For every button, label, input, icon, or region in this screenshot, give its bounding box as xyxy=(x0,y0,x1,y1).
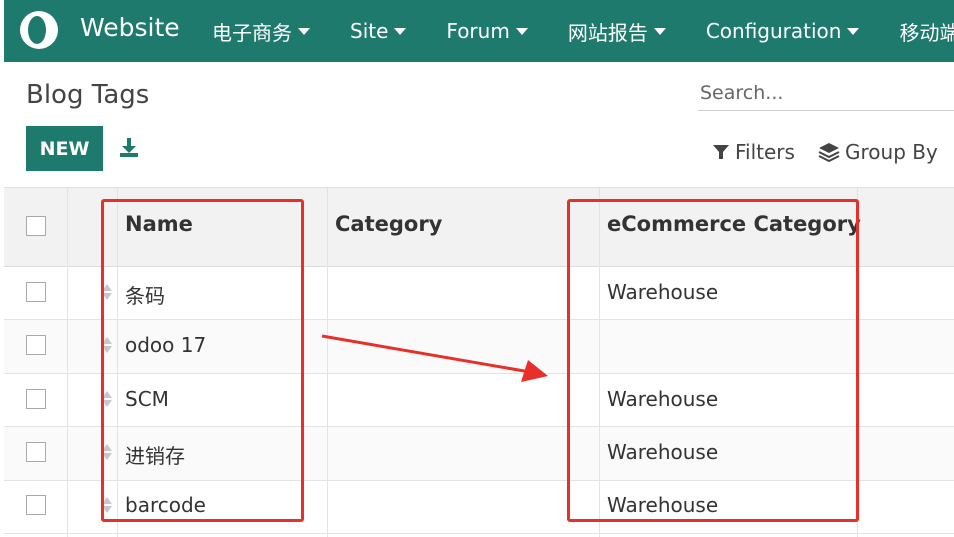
annotation-arrow-icon xyxy=(321,334,548,382)
menu-mobile-config-label: 移动端配 xyxy=(899,20,954,45)
name-column-highlight xyxy=(101,199,304,522)
menu-configuration[interactable]: Configuration xyxy=(706,19,860,43)
group-by-label: Group By xyxy=(845,140,938,164)
row-checkbox[interactable] xyxy=(26,335,46,355)
new-button[interactable]: NEW xyxy=(26,126,103,171)
menu-reporting[interactable]: 网站报告 xyxy=(568,17,666,46)
row-checkbox[interactable] xyxy=(26,282,46,302)
search-input[interactable] xyxy=(698,76,954,111)
column-divider xyxy=(67,187,68,537)
menu-reporting-label: 网站报告 xyxy=(567,20,648,45)
select-all-checkbox[interactable] xyxy=(26,216,46,236)
filters-button[interactable]: Filters xyxy=(712,140,795,164)
menu-ecommerce[interactable]: 电子商务 xyxy=(212,17,310,46)
caret-down-icon xyxy=(394,27,407,35)
caret-down-icon xyxy=(515,27,528,35)
caret-down-icon xyxy=(653,27,666,35)
row-checkbox[interactable] xyxy=(26,442,46,462)
group-by-button[interactable]: Group By xyxy=(818,140,938,164)
filters-label: Filters xyxy=(735,140,795,164)
filter-icon xyxy=(713,145,729,159)
menu-site[interactable]: Site xyxy=(350,19,407,43)
ecommerce-column-highlight xyxy=(567,199,859,522)
caret-down-icon xyxy=(847,27,860,35)
menu-forum-label: Forum xyxy=(446,19,510,43)
app-name[interactable]: Website xyxy=(80,12,180,44)
column-header-category[interactable]: Category xyxy=(335,212,442,236)
menu-mobile-config[interactable]: 移动端配 xyxy=(899,17,954,46)
top-navbar: Website 电子商务 Site Forum 网站报告 Configurati… xyxy=(4,0,954,62)
menu-forum[interactable]: Forum xyxy=(446,19,528,43)
menu-configuration-label: Configuration xyxy=(705,19,842,43)
main-menu: 电子商务 Site Forum 网站报告 Configuration 移动端配 xyxy=(212,0,954,62)
page-title: Blog Tags xyxy=(26,80,150,110)
menu-ecommerce-label: 电子商务 xyxy=(212,20,292,45)
layers-icon xyxy=(818,143,840,162)
download-icon[interactable] xyxy=(118,136,140,158)
row-checkbox[interactable] xyxy=(26,495,46,515)
row-checkbox[interactable] xyxy=(26,389,46,409)
caret-down-icon xyxy=(298,27,310,35)
odoo-logo-icon[interactable] xyxy=(18,9,60,51)
page: Website 电子商务 Site Forum 网站报告 Configurati… xyxy=(0,0,954,537)
menu-site-label: Site xyxy=(350,19,389,43)
